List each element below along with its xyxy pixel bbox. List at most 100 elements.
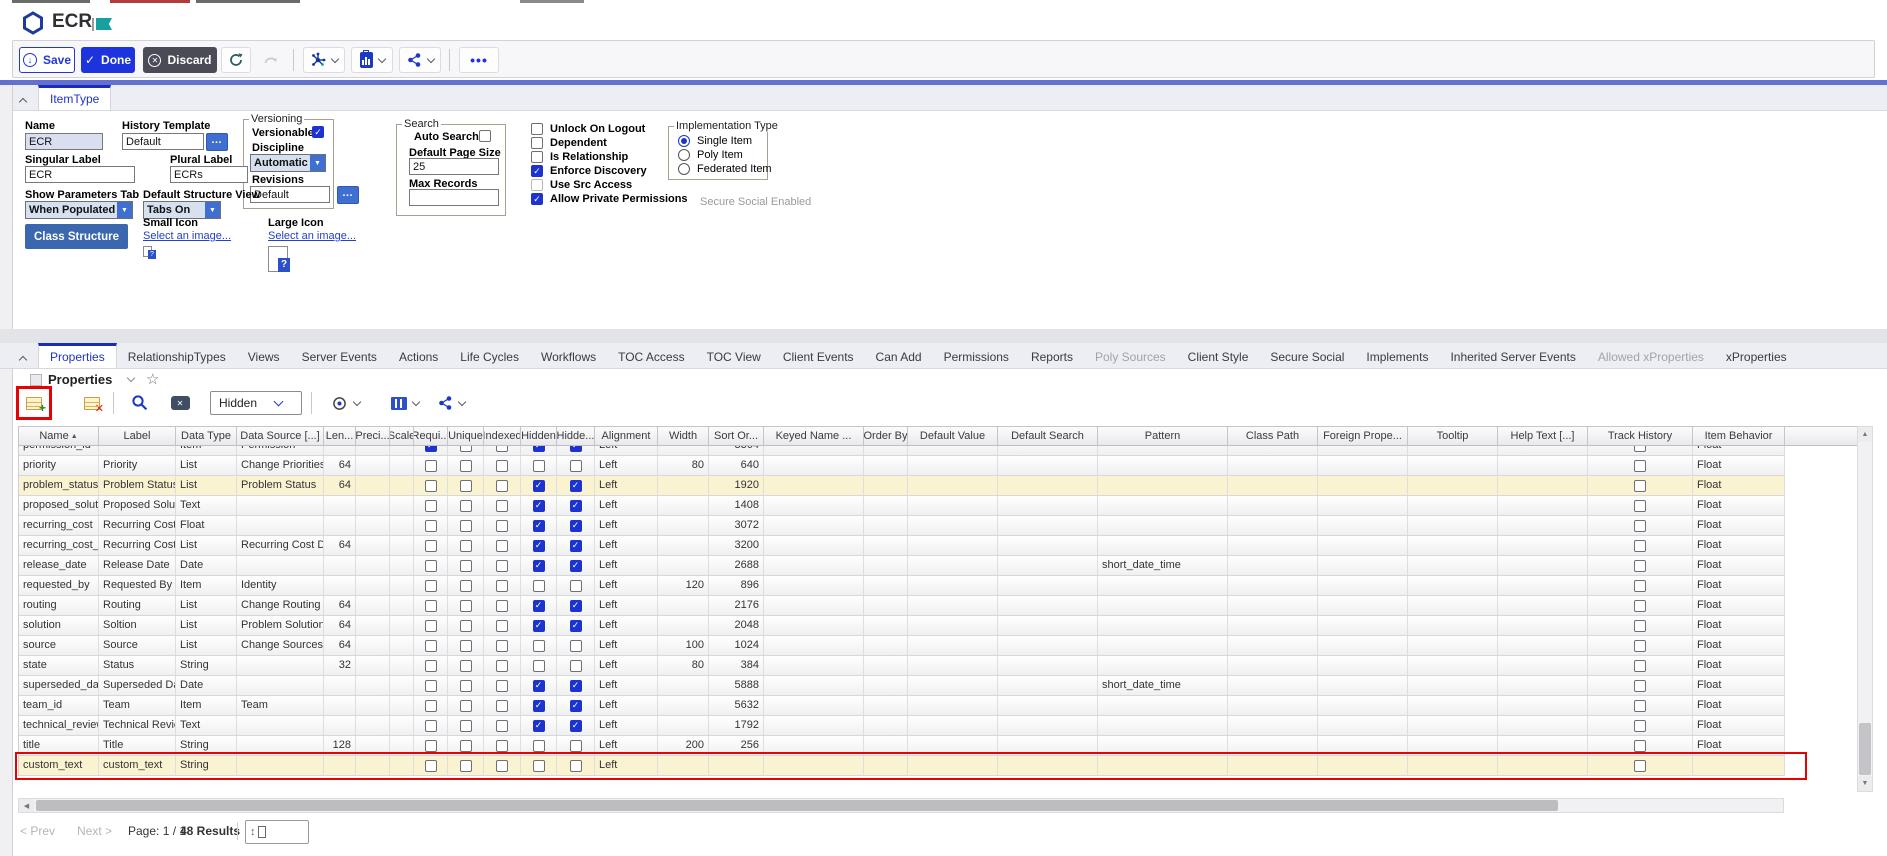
cell-checkbox-hidden[interactable] (533, 760, 545, 772)
max-records-field[interactable] (409, 189, 499, 206)
column-header-alignment[interactable]: Alignment (595, 427, 658, 445)
cell-checkbox-hidden[interactable] (533, 520, 545, 532)
cell-checkbox-indexed[interactable] (496, 720, 508, 732)
tab-reports[interactable]: Reports (1020, 345, 1084, 370)
column-header-width[interactable]: Width (658, 427, 709, 445)
refresh-button[interactable] (221, 47, 251, 73)
cell-checkbox-required[interactable] (425, 640, 437, 652)
cell-checkbox-track_history[interactable] (1634, 720, 1646, 732)
cell-checkbox-hidden[interactable] (533, 540, 545, 552)
cell-checkbox-hidden2[interactable] (570, 680, 582, 692)
cell-checkbox-unique[interactable] (460, 460, 472, 472)
name-field[interactable] (25, 133, 103, 150)
revisions-field[interactable] (250, 186, 330, 203)
clear-search-button[interactable]: ✕ (166, 390, 194, 416)
cell-checkbox-unique[interactable] (460, 540, 472, 552)
cell-checkbox-required[interactable] (425, 720, 437, 732)
singular-label-field[interactable] (25, 166, 135, 183)
cell-checkbox-hidden2[interactable] (570, 700, 582, 712)
property-row-solution[interactable]: solutionSoltionListProblem Solution64Lef… (19, 616, 1785, 636)
large-icon-link[interactable]: Select an image... (268, 230, 356, 242)
property-row-source[interactable]: sourceSourceListChange Sources64Left1001… (19, 636, 1785, 656)
column-header-foreign_property[interactable]: Foreign Prope... (1318, 427, 1408, 445)
cell-checkbox-unique[interactable] (460, 640, 472, 652)
cell-checkbox-required[interactable] (425, 680, 437, 692)
cell-checkbox-indexed[interactable] (496, 460, 508, 472)
cell-checkbox-unique[interactable] (460, 700, 472, 712)
tab-inherited-server-events[interactable]: Inherited Server Events (1439, 345, 1586, 370)
checkbox[interactable] (531, 165, 543, 177)
column-header-indexed[interactable]: Indexed (484, 427, 521, 445)
tab-implements[interactable]: Implements (1355, 345, 1439, 370)
done-button[interactable]: ✓ Done (81, 47, 135, 73)
column-header-keyed_name[interactable]: Keyed Name ... (764, 427, 864, 445)
column-header-unique[interactable]: Unique (448, 427, 484, 445)
cell-checkbox-hidden2[interactable] (570, 540, 582, 552)
favorite-star-icon[interactable]: ☆ (146, 370, 159, 388)
property-row-permission-id[interactable]: permission_idItemPermissionLeft3364Float (19, 446, 1785, 456)
cell-checkbox-unique[interactable] (460, 720, 472, 732)
cell-checkbox-required[interactable] (425, 460, 437, 472)
cell-checkbox-hidden[interactable] (533, 560, 545, 572)
cell-checkbox-unique[interactable] (460, 620, 472, 632)
cell-checkbox-indexed[interactable] (496, 500, 508, 512)
cell-checkbox-track_history[interactable] (1634, 660, 1646, 672)
cell-checkbox-required[interactable] (425, 580, 437, 592)
history-template-field[interactable] (122, 133, 204, 150)
auto-search-checkbox[interactable] (479, 130, 491, 142)
discard-button[interactable]: ✕ Discard (143, 47, 217, 73)
cell-checkbox-track_history[interactable] (1634, 640, 1646, 652)
flag-icon[interactable] (96, 18, 112, 30)
share-dropdown[interactable] (399, 47, 441, 73)
class-structure-button[interactable]: Class Structure (25, 224, 128, 249)
cell-checkbox-track_history[interactable] (1634, 600, 1646, 612)
cell-checkbox-required[interactable] (425, 500, 437, 512)
radio-button[interactable] (678, 163, 690, 175)
cell-checkbox-required[interactable] (425, 520, 437, 532)
cell-checkbox-track_history[interactable] (1634, 620, 1646, 632)
cell-checkbox-required[interactable] (425, 540, 437, 552)
panel-checkbox-icon[interactable] (30, 374, 42, 386)
cell-checkbox-unique[interactable] (460, 600, 472, 612)
property-row-proposed-solution[interactable]: proposed_solutionProposed SolutionTextLe… (19, 496, 1785, 516)
column-header-hidden[interactable]: Hidden (521, 427, 557, 445)
column-header-help_text[interactable]: Help Text [...] (1498, 427, 1588, 445)
scroll-up-arrow[interactable]: ▲ (1858, 427, 1872, 442)
tab-client-style[interactable]: Client Style (1177, 345, 1260, 370)
checkbox[interactable] (531, 151, 543, 163)
cell-checkbox-track_history[interactable] (1634, 580, 1646, 592)
panel-splitter[interactable] (0, 329, 1887, 343)
cell-checkbox-required[interactable] (425, 620, 437, 632)
cell-checkbox-track_history[interactable] (1634, 480, 1646, 492)
radio-button[interactable] (678, 135, 690, 147)
cell-checkbox-hidden2[interactable] (570, 580, 582, 592)
revisions-browse-button[interactable]: … (337, 186, 359, 204)
radio-button[interactable] (678, 149, 690, 161)
cell-checkbox-unique[interactable] (460, 480, 472, 492)
cell-checkbox-hidden2[interactable] (570, 460, 582, 472)
property-row-state[interactable]: stateStatusString32Left80384Float (19, 656, 1785, 676)
cell-checkbox-track_history[interactable] (1634, 446, 1646, 452)
cell-checkbox-hidden[interactable] (533, 660, 545, 672)
more-actions-button[interactable]: ••• (459, 47, 499, 73)
cell-checkbox-required[interactable] (425, 446, 437, 452)
tab-can-add[interactable]: Can Add (865, 345, 933, 370)
plural-label-field[interactable] (170, 166, 248, 183)
cell-checkbox-required[interactable] (425, 700, 437, 712)
tab-relationshiptypes[interactable]: RelationshipTypes (117, 345, 237, 370)
tab-permissions[interactable]: Permissions (933, 345, 1020, 370)
cell-checkbox-required[interactable] (425, 560, 437, 572)
vertical-scrollbar[interactable]: ▲ ▼ (1857, 426, 1873, 792)
add-property-button[interactable]: + (21, 390, 47, 416)
column-header-required[interactable]: Requi... (414, 427, 448, 445)
cell-checkbox-required[interactable] (425, 660, 437, 672)
tab-life-cycles[interactable]: Life Cycles (449, 345, 530, 370)
column-header-name[interactable]: Name▲ (19, 427, 99, 445)
cell-checkbox-track_history[interactable] (1634, 560, 1646, 572)
vertical-scroll-thumb[interactable] (1859, 723, 1871, 775)
cell-checkbox-track_history[interactable] (1634, 760, 1646, 772)
cell-checkbox-required[interactable] (425, 740, 437, 752)
reports-dropdown[interactable] (351, 47, 393, 73)
cell-checkbox-hidden2[interactable] (570, 500, 582, 512)
cell-checkbox-unique[interactable] (460, 520, 472, 532)
